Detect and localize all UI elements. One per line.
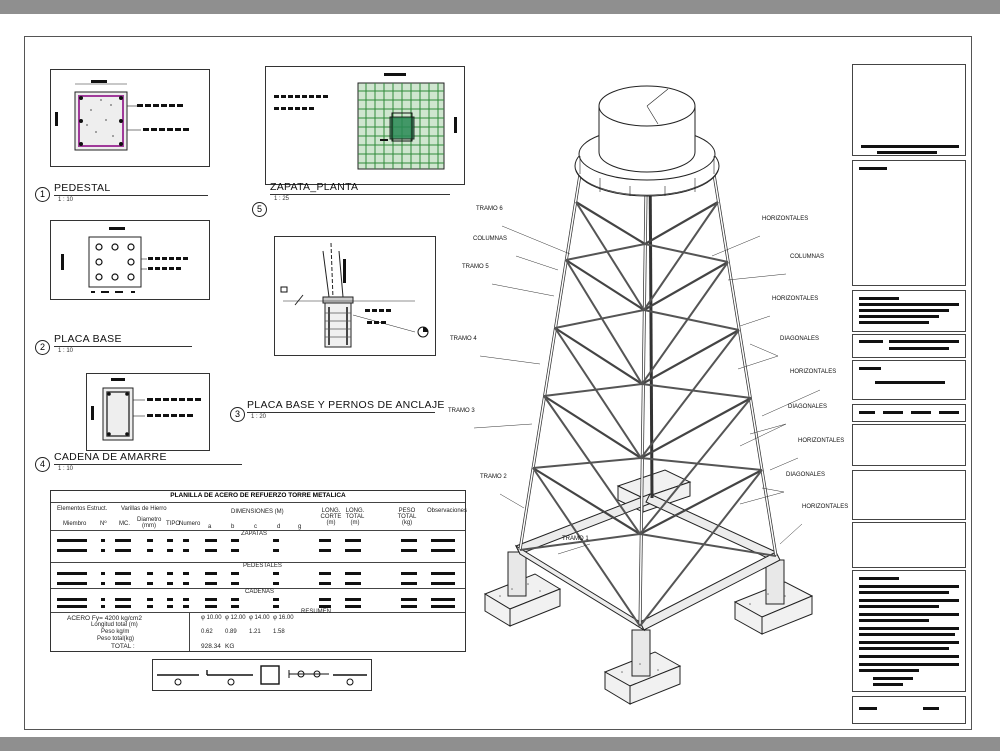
label-tramo-3: TRAMO 3: [448, 408, 475, 414]
label-diagonales-2: DIAGONALES: [788, 404, 828, 410]
detail-underline-2: [54, 346, 192, 347]
cadena-drawing: [91, 378, 201, 441]
schedule-h-varillas: Varillas de Hierro: [121, 506, 167, 512]
detail-number-2: 2: [35, 340, 50, 355]
schedule-h-elementos: Elementos Estruct.: [57, 506, 108, 512]
detail-underline-5: [270, 194, 450, 195]
schedule-h-n: Nº: [100, 521, 107, 527]
schedule-row-total-kg: Peso total(kg): [97, 636, 135, 642]
detail-scale-3: 1 : 20: [251, 414, 267, 420]
bottom-toolbar-strip: [0, 737, 1000, 751]
title-block-notes-cell: [852, 290, 966, 332]
label-diagonales-1: DIAGONALES: [780, 336, 820, 342]
title-block-content-cell: [852, 334, 966, 358]
detail-number-3: 3: [230, 407, 245, 422]
detail-title-placa-base: PLACA BASE: [54, 333, 122, 345]
pernos-detail-box: [274, 236, 436, 356]
detail-underline-3: [247, 412, 435, 413]
schedule-h-miembro: Miembro: [63, 521, 87, 527]
schedule-row-peso: Peso kg/m: [101, 629, 130, 635]
pedestal-detail-box: [50, 69, 210, 167]
schedule-resumen: RESUMEN: [301, 609, 332, 615]
title-block-scale-cell: [852, 404, 966, 422]
drawing-sheet: 1 PEDESTAL 1 : 10 2 PLACA BASE 1 : 10 4 …: [0, 14, 1000, 737]
bar-shapes-drawing: [157, 665, 367, 686]
schedule-peso-1: 0.89: [225, 629, 237, 635]
placa-base-drawing: [61, 227, 188, 293]
detail-scale-5: 1 : 25: [274, 196, 290, 202]
schedule-h-diametro: Diametro (mm): [137, 517, 162, 529]
label-horizontales-2: HORIZONTALES: [772, 296, 819, 302]
label-tramo-6: TRAMO 6: [476, 206, 503, 212]
label-tramo-2: TRAMO 2: [480, 474, 507, 480]
title-block-sheet-cell: [852, 360, 966, 400]
label-diagonales-3: DIAGONALES: [786, 472, 826, 478]
detail-scale-2: 1 : 10: [58, 348, 74, 354]
detail-title-pernos: PLACA BASE Y PERNOS DE ANCLAJE: [247, 399, 445, 411]
label-columnas-left: COLUMNAS: [473, 236, 508, 242]
title-block-logo-cell: [852, 64, 966, 156]
detail-underline-1: [54, 195, 208, 196]
title-block-empty-cell-3: [852, 522, 966, 568]
placa-base-detail-box: [50, 220, 210, 300]
title-block-empty-cell-2: [852, 470, 966, 520]
schedule-h-dimensiones: DIMENSIONES (M): [231, 509, 284, 515]
pernos-drawing: [280, 242, 429, 348]
label-tramo-4: TRAMO 4: [450, 336, 477, 342]
schedule-acero: ACERO Fy= 4200 kg/cm2: [67, 615, 142, 622]
zapata-drawing: [274, 73, 457, 170]
water-tower-isometric-drawing: [473, 85, 821, 705]
label-horizontales-4: HORIZONTALES: [798, 438, 845, 444]
bar-shapes-legend: [152, 659, 372, 691]
detail-scale-1: 1 : 10: [58, 197, 74, 203]
schedule-peso-2: 1.21: [249, 629, 261, 635]
detail-number-5: 5: [252, 202, 267, 217]
label-columnas-right: COLUMNAS: [790, 254, 825, 260]
schedule-peso-3: 1.58: [273, 629, 285, 635]
detail-title-cadena: CADENA DE AMARRE: [54, 451, 167, 463]
detail-scale-4: 1 : 10: [58, 466, 74, 472]
schedule-diam-3: φ 16.00: [273, 615, 294, 621]
label-horizontales-5: HORIZONTALES: [802, 504, 849, 510]
label-tramo-1: TRAMO 1: [562, 536, 589, 542]
zapata-detail-box: [265, 66, 465, 185]
schedule-h-numero: Numero: [179, 521, 201, 527]
title-block-empty-cell-1: [852, 424, 966, 466]
detail-number-4: 4: [35, 457, 50, 472]
detail-title-zapata: ZAPATA_PLANTA: [270, 181, 359, 193]
schedule-cadenas-rows: [57, 598, 455, 608]
schedule-zapatas-rows: [57, 539, 455, 552]
schedule-total-label: TOTAL :: [111, 643, 135, 650]
schedule-title: PLANILLA DE ACERO DE REFUERZO TORRE META…: [170, 492, 346, 499]
schedule-sec-pedestales: PEDESTALES: [243, 563, 282, 569]
schedule-diam-0: φ 10.00: [201, 615, 222, 621]
schedule-diam-2: φ 14.00: [249, 615, 270, 621]
schedule-h-long-total: LONG. TOTAL (m): [345, 508, 365, 526]
schedule-h-tipo: TIPO: [166, 521, 181, 527]
detail-number-1: 1: [35, 187, 50, 202]
label-tramo-5: TRAMO 5: [462, 264, 489, 270]
label-horizontales-1: HORIZONTALES: [762, 216, 809, 222]
cadena-detail-box: [86, 373, 210, 451]
schedule-sec-cadenas: CADENAS: [245, 589, 275, 595]
schedule-h-peso: PESO TOTAL (kg): [397, 508, 417, 526]
label-horizontales-3: HORIZONTALES: [790, 369, 837, 375]
schedule-row-long: Longitud total (m): [91, 622, 138, 628]
schedule-h-mc: MC.: [119, 521, 130, 527]
schedule-peso-0: 0.62: [201, 629, 213, 635]
top-toolbar-strip: [0, 0, 1000, 14]
title-block-project-cell: [852, 160, 966, 286]
detail-title-pedestal: PEDESTAL: [54, 182, 111, 194]
schedule-total-unit: KG: [225, 643, 235, 650]
schedule-diam-1: φ 12.00: [225, 615, 246, 621]
title-block-sheet-number-cell: [852, 696, 966, 724]
schedule-total-value: 928.34: [201, 643, 221, 650]
steel-schedule-table: PLANILLA DE ACERO DE REFUERZO TORRE META…: [50, 490, 467, 652]
detail-underline-4: [54, 464, 242, 465]
title-block-specs-cell: [852, 570, 966, 692]
pedestal-drawing: [55, 80, 189, 151]
